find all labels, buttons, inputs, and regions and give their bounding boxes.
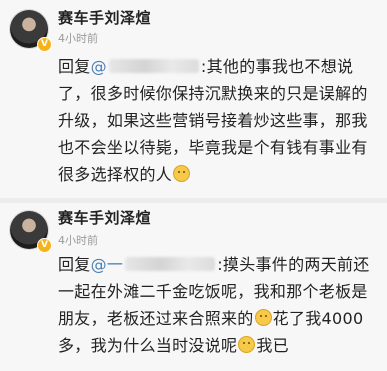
- comment: V 赛车手刘泽煊 4小时前 回复@:其他的事我也不想说了，很多时候你保持沉默换来…: [0, 0, 387, 198]
- blurred-username: [125, 257, 216, 271]
- author-name[interactable]: 赛车手刘泽煊: [58, 7, 151, 28]
- mention-link[interactable]: @: [91, 57, 107, 76]
- blurred-username: [108, 59, 199, 73]
- author-name[interactable]: 赛车手刘泽煊: [58, 207, 151, 228]
- comment-text: 回复@一:摸头事件的两天前还一起在外滩二千金吃饭呢，我和那个老板是朋友，老板还过…: [58, 251, 376, 359]
- mention-link[interactable]: @一: [91, 255, 124, 274]
- smile-emoji-icon: [238, 336, 256, 353]
- verified-badge-icon: V: [37, 238, 52, 253]
- smile-emoji-icon: [173, 165, 191, 182]
- comment-body-part-3: 我已: [256, 336, 289, 355]
- timestamp: 4小时前: [58, 234, 98, 247]
- reply-prefix: 回复: [58, 255, 91, 274]
- reply-prefix: 回复: [58, 57, 91, 76]
- smile-emoji-icon: [254, 309, 272, 326]
- comment-text: 回复@:其他的事我也不想说了，很多时候你保持沉默换来的只是误解的升级，如果这些营…: [58, 53, 376, 188]
- comment: V 赛车手刘泽煊 4小时前 回复@一:摸头事件的两天前还一起在外滩二千金吃饭呢，…: [0, 203, 387, 371]
- timestamp: 4小时前: [58, 32, 98, 45]
- comment-body: :其他的事我也不想说了，很多时候你保持沉默换来的只是误解的升级，如果这些营销号接…: [58, 57, 368, 184]
- verified-badge-icon: V: [37, 37, 52, 52]
